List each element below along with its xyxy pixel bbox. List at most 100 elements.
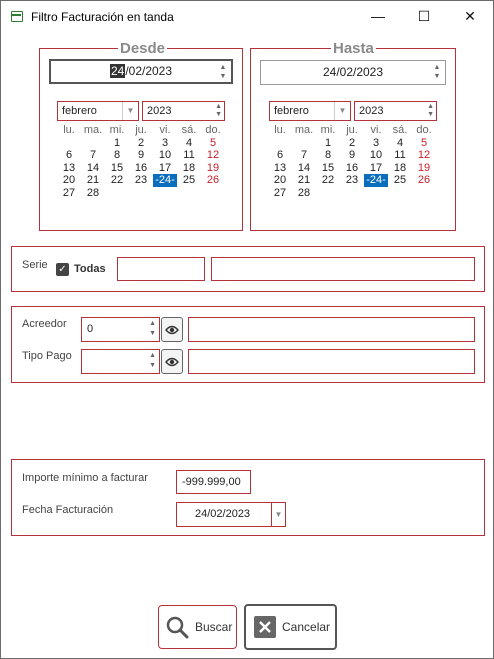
calendar-day[interactable] (201, 187, 225, 200)
hasta-month-dropdown[interactable]: febrero ▼ (269, 101, 351, 121)
desde-year-spinner[interactable]: 2023 ▲ ▼ (142, 101, 225, 121)
hasta-year-spinner[interactable]: 2023 ▲ ▼ (354, 101, 437, 121)
calendar-day-selected[interactable]: -24- (153, 174, 177, 187)
tipo-pago-code-input[interactable]: ▲ ▼ (81, 349, 160, 374)
todas-checkbox[interactable]: ✓ (56, 263, 69, 276)
calendar-day[interactable]: 9 (129, 149, 153, 162)
calendar-day[interactable]: 9 (340, 149, 364, 162)
calendar-day[interactable]: 20 (268, 174, 292, 187)
calendar-day[interactable]: 18 (177, 162, 201, 175)
calendar-day[interactable]: 5 (201, 137, 225, 150)
calendar-day[interactable]: 27 (268, 187, 292, 200)
calendar-day[interactable]: 7 (81, 149, 105, 162)
calendar-day[interactable] (177, 187, 201, 200)
calendar-day[interactable]: 4 (177, 137, 201, 150)
importe-input[interactable]: -999.999,00 (176, 470, 251, 494)
calendar-day[interactable]: 20 (57, 174, 81, 187)
calendar-day[interactable]: 6 (57, 149, 81, 162)
calendar-day[interactable] (412, 187, 436, 200)
calendar-day[interactable]: 11 (177, 149, 201, 162)
calendar-day[interactable]: 19 (201, 162, 225, 175)
hasta-year-spin-icon[interactable]: ▲ ▼ (427, 103, 434, 119)
calendar-day-selected[interactable]: -24- (364, 174, 388, 187)
calendar-day[interactable]: 1 (316, 137, 340, 150)
calendar-day[interactable]: 18 (388, 162, 412, 175)
calendar-day[interactable]: 13 (268, 162, 292, 175)
calendar-day[interactable]: 1 (105, 137, 129, 150)
calendar-day[interactable]: 7 (292, 149, 316, 162)
calendar-day[interactable]: 13 (57, 162, 81, 175)
calendar-day[interactable]: 14 (81, 162, 105, 175)
calendar-day[interactable]: 11 (388, 149, 412, 162)
calendar-day[interactable]: 10 (364, 149, 388, 162)
calendar-day[interactable]: 3 (153, 137, 177, 150)
calendar-day[interactable]: 15 (105, 162, 129, 175)
calendar-day[interactable] (388, 187, 412, 200)
calendar-day[interactable]: 21 (292, 174, 316, 187)
calendar-day[interactable]: 17 (364, 162, 388, 175)
desde-date-spinner-icon[interactable]: ▲ ▼ (218, 63, 228, 82)
calendar-day[interactable]: 16 (340, 162, 364, 175)
calendar-day[interactable]: 2 (129, 137, 153, 150)
tipo-pago-spin-icon[interactable]: ▲ ▼ (149, 351, 156, 371)
acreedor-name-input[interactable] (188, 317, 475, 342)
calendar-day[interactable] (316, 187, 340, 200)
calendar-day[interactable]: 10 (153, 149, 177, 162)
calendar-day[interactable]: 19 (412, 162, 436, 175)
calendar-day[interactable]: 6 (268, 149, 292, 162)
desde-month-dropdown[interactable]: febrero ▼ (57, 101, 139, 121)
calendar-day[interactable]: 23 (340, 174, 364, 187)
calendar-day[interactable] (105, 187, 129, 200)
tipo-pago-lookup-button[interactable] (161, 349, 183, 374)
calendar-day[interactable]: 14 (292, 162, 316, 175)
calendar-day[interactable]: 23 (129, 174, 153, 187)
calendar-day[interactable]: 26 (201, 174, 225, 187)
calendar-day[interactable]: 28 (292, 187, 316, 200)
calendar-day[interactable]: 12 (201, 149, 225, 162)
acreedor-spin-icon[interactable]: ▲ ▼ (149, 319, 156, 339)
search-button[interactable]: Buscar (158, 605, 237, 649)
calendar-day[interactable]: 16 (129, 162, 153, 175)
calendar-day[interactable]: 28 (81, 187, 105, 200)
calendar-day[interactable] (340, 187, 364, 200)
calendar-day[interactable]: 21 (81, 174, 105, 187)
calendar-day[interactable] (81, 137, 105, 150)
minimize-button[interactable]: — (355, 1, 401, 32)
hasta-date-input[interactable]: 24/02/2023 ▲ ▼ (260, 60, 446, 85)
calendar-day[interactable]: 15 (316, 162, 340, 175)
serie-code-input[interactable] (117, 257, 205, 281)
calendar-day[interactable] (292, 137, 316, 150)
calendar-day[interactable]: 5 (412, 137, 436, 150)
calendar-day[interactable]: 17 (153, 162, 177, 175)
calendar-day[interactable]: 25 (177, 174, 201, 187)
weekday-label: do. (205, 124, 221, 136)
maximize-button[interactable]: ☐ (401, 1, 447, 32)
close-button[interactable]: ✕ (447, 1, 493, 32)
hasta-date-spinner-icon[interactable]: ▲ ▼ (432, 63, 442, 82)
calendar-day[interactable]: 2 (340, 137, 364, 150)
calendar-day[interactable]: 22 (105, 174, 129, 187)
calendar-day[interactable]: 22 (316, 174, 340, 187)
acreedor-lookup-button[interactable] (161, 317, 183, 342)
fecha-facturacion-dropdown[interactable]: 24/02/2023 ▼ (176, 502, 286, 527)
calendar-day[interactable]: 8 (105, 149, 129, 162)
serie-name-input[interactable] (211, 257, 475, 281)
acreedor-code-input[interactable]: 0 ▲ ▼ (81, 317, 160, 342)
calendar-day[interactable]: 3 (364, 137, 388, 150)
desde-year-spin-icon[interactable]: ▲ ▼ (215, 103, 222, 119)
desde-legend: Desde (118, 40, 168, 57)
calendar-day[interactable]: 27 (57, 187, 81, 200)
calendar-day[interactable] (364, 187, 388, 200)
calendar-day[interactable]: 26 (412, 174, 436, 187)
calendar-day[interactable]: 8 (316, 149, 340, 162)
calendar-day[interactable] (57, 137, 81, 150)
calendar-day[interactable] (129, 187, 153, 200)
desde-date-input[interactable]: 24/02/2023 ▲ ▼ (49, 59, 233, 84)
tipo-pago-name-input[interactable] (188, 349, 475, 374)
calendar-day[interactable]: 4 (388, 137, 412, 150)
cancel-button[interactable]: Cancelar (244, 604, 337, 650)
calendar-day[interactable]: 25 (388, 174, 412, 187)
calendar-day[interactable] (268, 137, 292, 150)
calendar-day[interactable] (153, 187, 177, 200)
calendar-day[interactable]: 12 (412, 149, 436, 162)
